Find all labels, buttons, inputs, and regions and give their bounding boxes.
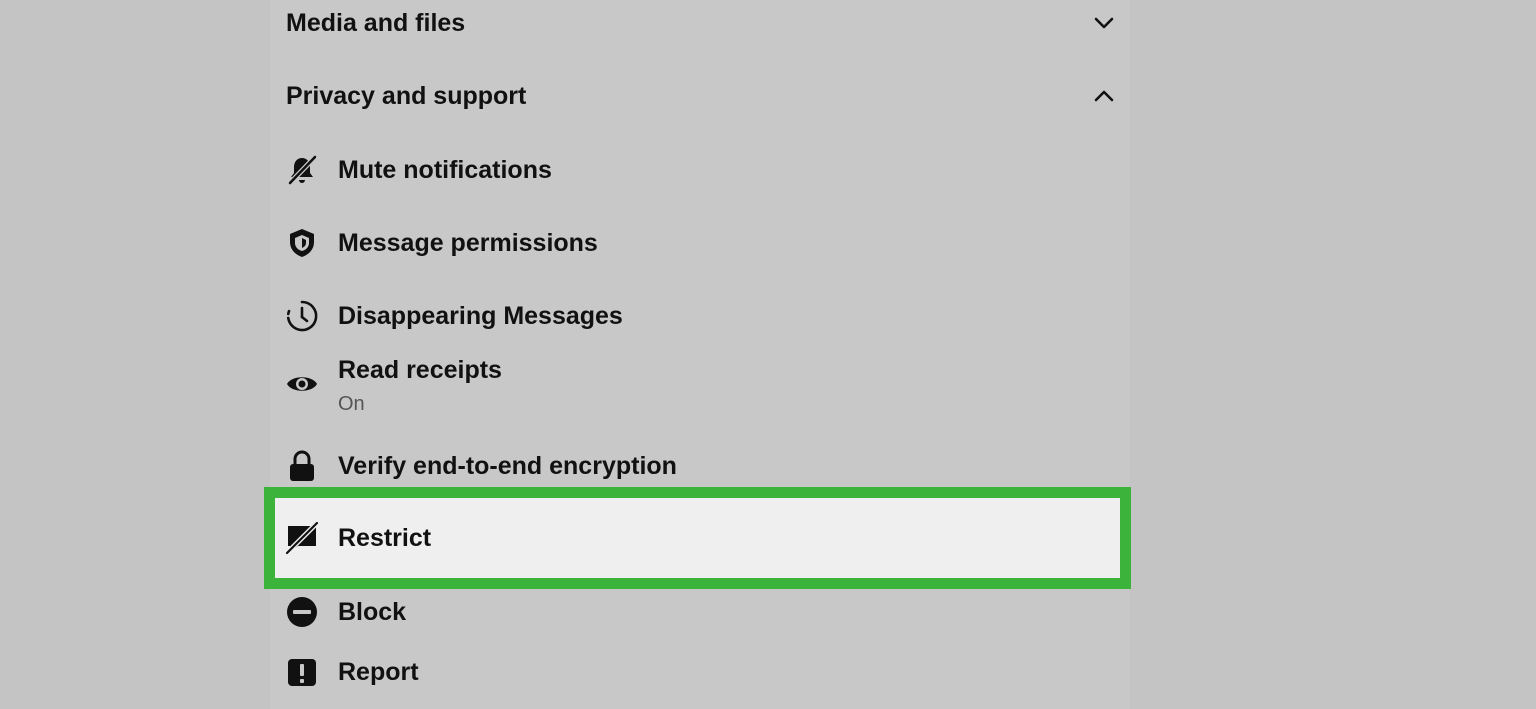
item-label: Message permissions: [338, 228, 598, 257]
chevron-down-icon[interactable]: [1092, 11, 1116, 35]
eye-icon: [282, 364, 322, 404]
item-label: Disappearing Messages: [338, 301, 623, 330]
item-label: Block: [338, 597, 407, 626]
media-and-files-section[interactable]: Media and files: [286, 3, 1116, 43]
section-label: Media and files: [286, 8, 466, 37]
item-label: Mute notifications: [338, 155, 552, 184]
shield-icon: [282, 223, 322, 263]
read-receipts-status: On: [338, 393, 365, 415]
muted-bell-icon: [282, 150, 322, 190]
restrict-highlight: Restrict: [264, 487, 1131, 589]
block-icon: [282, 592, 322, 632]
privacy-and-support-section[interactable]: Privacy and support: [286, 76, 1116, 116]
verify-encryption-item[interactable]: Verify end-to-end encryption: [282, 441, 1112, 491]
restrict-icon: [282, 518, 322, 558]
chevron-up-icon[interactable]: [1092, 84, 1116, 108]
item-label: Report: [338, 657, 419, 686]
section-label: Privacy and support: [286, 81, 527, 110]
item-label: Read receipts: [338, 356, 502, 384]
read-receipts-item[interactable]: Read receipts On: [282, 356, 1112, 424]
mute-notifications-item[interactable]: Mute notifications: [282, 145, 1112, 195]
block-item[interactable]: Block: [282, 587, 1112, 637]
lock-icon: [282, 446, 322, 486]
report-icon: [282, 652, 322, 692]
message-permissions-item[interactable]: Message permissions: [282, 218, 1112, 268]
report-item[interactable]: Report: [282, 647, 1112, 697]
disappearing-messages-item[interactable]: Disappearing Messages: [282, 291, 1112, 341]
restrict-item[interactable]: Restrict: [282, 513, 1112, 563]
item-label: Restrict: [338, 523, 432, 552]
item-label: Verify end-to-end encryption: [338, 451, 677, 480]
timer-icon: [282, 296, 322, 336]
